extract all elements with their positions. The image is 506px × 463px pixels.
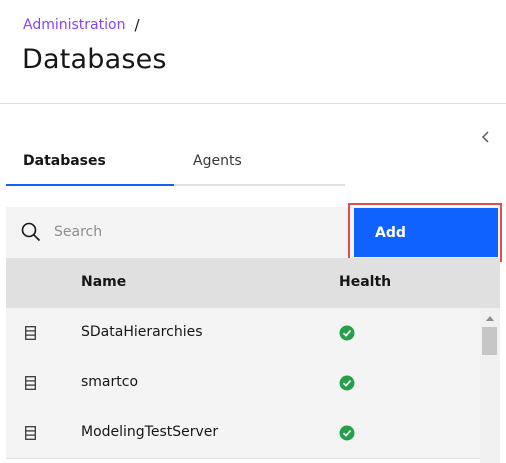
collapse-panel-button[interactable] xyxy=(480,129,492,143)
table-row[interactable]: ModelingTestServer xyxy=(6,408,480,459)
checkmark-filled-icon xyxy=(339,375,355,391)
breadcrumb: Administration / xyxy=(23,16,140,34)
search-icon xyxy=(21,222,41,242)
column-header-name[interactable]: Name xyxy=(81,274,126,290)
table-row[interactable]: SDataHierarchies xyxy=(6,308,480,359)
tab-databases[interactable]: Databases xyxy=(23,153,106,169)
breadcrumb-separator: / xyxy=(134,16,140,34)
database-name[interactable]: ModelingTestServer xyxy=(81,424,218,440)
column-header-health[interactable]: Health xyxy=(339,274,391,290)
table-header: Name Health xyxy=(6,258,500,308)
chevron-left-icon xyxy=(482,131,489,143)
tab-active-indicator xyxy=(6,184,174,186)
tab-agents[interactable]: Agents xyxy=(193,153,242,169)
database-icon xyxy=(25,426,36,440)
database-icon xyxy=(25,376,36,390)
database-icon xyxy=(25,326,36,340)
breadcrumb-link-administration[interactable]: Administration xyxy=(23,17,125,33)
search-input[interactable] xyxy=(54,221,294,243)
table-row[interactable]: smartco xyxy=(6,358,480,409)
scroll-up-arrow-icon[interactable] xyxy=(486,316,494,321)
checkmark-filled-icon xyxy=(339,325,355,341)
table-scrollbar[interactable] xyxy=(480,308,500,463)
scrollbar-thumb[interactable] xyxy=(482,327,497,355)
tab-underline xyxy=(6,184,345,186)
database-name[interactable]: SDataHierarchies xyxy=(81,324,203,340)
checkmark-filled-icon xyxy=(339,425,355,441)
header-divider xyxy=(0,103,506,104)
database-name[interactable]: smartco xyxy=(81,374,138,390)
add-button[interactable]: Add xyxy=(354,208,498,257)
page-title: Databases xyxy=(22,44,167,75)
